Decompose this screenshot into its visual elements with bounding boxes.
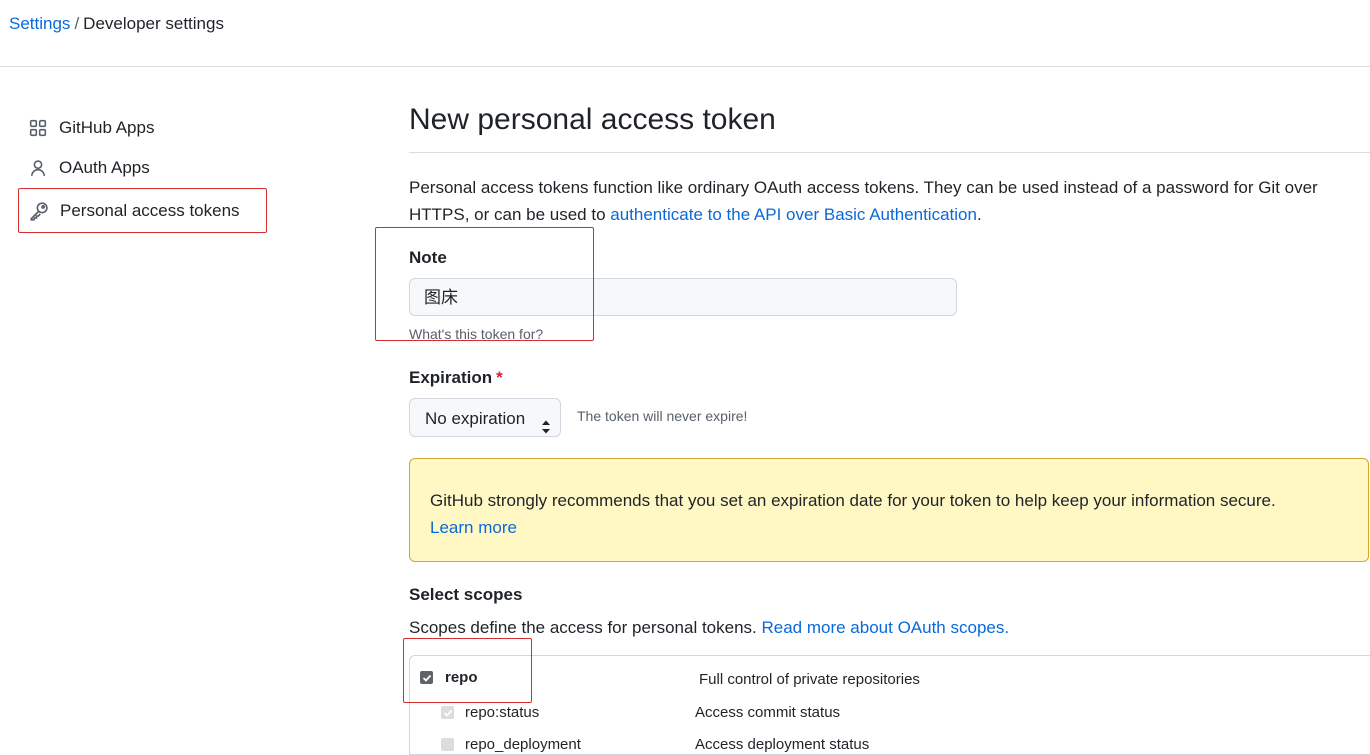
note-label: Note	[409, 248, 447, 267]
expiration-label-text: Expiration	[409, 368, 493, 387]
note-help-text: What's this token for?	[409, 326, 544, 342]
sidebar-item-github-apps[interactable]: GitHub Apps	[18, 108, 268, 148]
select-caret-icon	[541, 410, 551, 449]
key-icon	[29, 201, 49, 221]
scope-row-repo-status: repo:status	[441, 704, 539, 721]
scope-name: repo	[445, 669, 478, 686]
note-input[interactable]: 图床	[409, 278, 957, 316]
sidebar: GitHub Apps OAuth Apps Personal access t…	[18, 108, 268, 233]
scope-description: Access commit status	[695, 704, 841, 721]
sidebar-item-label: GitHub Apps	[59, 118, 155, 137]
scopes-description: Scopes define the access for personal to…	[409, 618, 1009, 638]
breadcrumb-separator: /	[74, 14, 80, 33]
person-icon	[28, 158, 48, 178]
title-divider	[409, 152, 1370, 153]
scopes-label: Select scopes	[409, 585, 523, 604]
sidebar-item-oauth-apps[interactable]: OAuth Apps	[18, 148, 268, 188]
scope-row-repo: repo	[420, 669, 478, 686]
required-mark: *	[496, 368, 503, 387]
basic-auth-link[interactable]: authenticate to the API over Basic Authe…	[610, 205, 977, 224]
page-title: New personal access token	[409, 103, 776, 136]
scopes-description-text: Scopes define the access for personal to…	[409, 618, 762, 637]
breadcrumb-current: Developer settings	[83, 14, 224, 33]
sidebar-item-label: OAuth Apps	[59, 158, 150, 177]
header-divider	[0, 66, 1370, 67]
expiration-selected-value: No expiration	[425, 409, 526, 428]
breadcrumb: Settings / Developer settings	[9, 13, 224, 35]
learn-more-link[interactable]: Learn more	[430, 518, 517, 537]
expiration-select[interactable]: No expiration	[409, 398, 561, 437]
breadcrumb-settings-link[interactable]: Settings	[9, 14, 70, 33]
scope-description: Full control of private repositories	[699, 671, 920, 688]
intro-text: Personal access tokens function like ord…	[409, 174, 1349, 228]
scope-checkbox-repo-status[interactable]	[441, 706, 454, 719]
main-content: New personal access token	[409, 100, 1370, 140]
oauth-scopes-link[interactable]: Read more about OAuth scopes.	[761, 618, 1009, 637]
expiration-label: Expiration *	[409, 368, 503, 388]
apps-grid-icon	[28, 118, 48, 138]
scope-checkbox-repo-deployment[interactable]	[441, 738, 454, 751]
sidebar-item-personal-access-tokens[interactable]: Personal access tokens	[18, 188, 267, 233]
warning-text: GitHub strongly recommends that you set …	[430, 491, 1276, 510]
expiration-note: The token will never expire!	[577, 408, 748, 424]
scope-description: Access deployment status	[695, 736, 870, 753]
scope-checkbox-repo[interactable]	[420, 671, 433, 684]
scope-name: repo_deployment	[465, 736, 581, 753]
sidebar-item-label: Personal access tokens	[60, 200, 240, 220]
expiration-warning: GitHub strongly recommends that you set …	[409, 458, 1369, 562]
intro-text-end: .	[976, 205, 982, 224]
scope-row-repo-deployment: repo_deployment	[441, 736, 581, 753]
scope-name: repo:status	[465, 704, 540, 721]
